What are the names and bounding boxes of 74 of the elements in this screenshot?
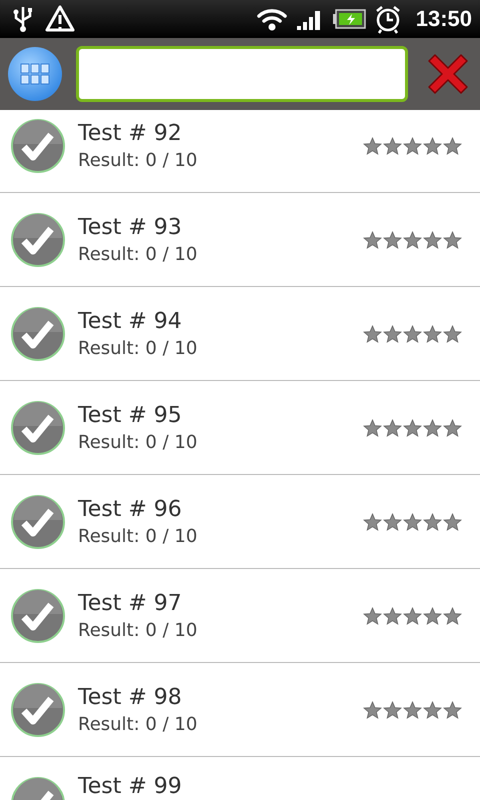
checkmark-icon xyxy=(10,212,66,268)
test-title: Test # 97 xyxy=(78,590,183,616)
test-row[interactable]: Test # 93 Result: 0 / 10 xyxy=(0,193,480,287)
checkmark-icon xyxy=(10,118,66,174)
star-icon xyxy=(403,606,422,624)
star-icon xyxy=(403,418,422,436)
star-icon xyxy=(443,230,462,248)
star-icon xyxy=(363,324,382,342)
star-icon xyxy=(363,418,382,436)
star-icon xyxy=(363,512,382,530)
star-icon xyxy=(443,512,462,530)
star-icon xyxy=(383,606,402,624)
test-title: Test # 99 xyxy=(78,774,183,799)
star-icon xyxy=(383,512,402,530)
test-result: Result: 0 / 10 xyxy=(78,620,198,640)
warning-icon xyxy=(44,4,76,34)
star-icon xyxy=(363,136,382,154)
star-icon xyxy=(383,418,402,436)
star-icon xyxy=(383,230,402,248)
test-title: Test # 93 xyxy=(78,214,183,240)
test-result: Result: 0 / 10 xyxy=(78,150,198,170)
star-icon xyxy=(363,700,382,718)
star-icon xyxy=(423,418,442,436)
checkmark-icon xyxy=(10,682,66,738)
checkmark-icon xyxy=(10,400,66,456)
test-result: Result: 0 / 10 xyxy=(78,714,198,734)
star-icon xyxy=(383,136,402,154)
test-title: Test # 94 xyxy=(78,308,183,334)
grid-button[interactable] xyxy=(8,47,62,101)
test-row[interactable]: Test # 92 Result: 0 / 10 xyxy=(0,110,480,193)
test-title: Test # 98 xyxy=(78,684,183,710)
star-icon xyxy=(383,700,402,718)
test-title: Test # 92 xyxy=(78,120,183,146)
test-result: Result: 0 / 10 xyxy=(78,244,198,264)
star-icon xyxy=(363,230,382,248)
star-icon xyxy=(423,324,442,342)
test-title: Test # 95 xyxy=(78,402,183,428)
test-row[interactable]: Test # 98 Result: 0 / 10 xyxy=(0,663,480,757)
battery-icon xyxy=(332,9,366,29)
star-icon xyxy=(423,700,442,718)
test-row[interactable]: Test # 95 Result: 0 / 10 xyxy=(0,381,480,475)
test-result: Result: 0 / 10 xyxy=(78,338,198,358)
test-result: Result: 0 / 10 xyxy=(78,526,198,546)
test-row[interactable]: Test # 99 xyxy=(0,757,480,800)
clock-time: 13:50 xyxy=(416,6,472,32)
test-row[interactable]: Test # 96 Result: 0 / 10 xyxy=(0,475,480,569)
checkmark-icon xyxy=(10,306,66,362)
star-icon xyxy=(443,324,462,342)
usb-icon xyxy=(12,5,34,33)
star-icon xyxy=(403,512,422,530)
test-title: Test # 96 xyxy=(78,496,183,522)
search-field[interactable] xyxy=(76,46,408,102)
star-icon xyxy=(423,230,442,248)
star-icon xyxy=(383,324,402,342)
alarm-clock-icon xyxy=(374,4,402,34)
test-result: Result: 0 / 10 xyxy=(78,432,198,452)
wifi-icon xyxy=(256,6,288,32)
star-icon xyxy=(403,700,422,718)
star-icon xyxy=(403,136,422,154)
grid-icon xyxy=(20,63,50,85)
star-icon xyxy=(443,418,462,436)
test-row[interactable]: Test # 97 Result: 0 / 10 xyxy=(0,569,480,663)
star-icon xyxy=(423,512,442,530)
test-row[interactable]: Test # 94 Result: 0 / 10 xyxy=(0,287,480,381)
star-icon xyxy=(403,230,422,248)
star-icon xyxy=(443,606,462,624)
checkmark-icon xyxy=(10,494,66,550)
star-icon xyxy=(443,700,462,718)
star-icon xyxy=(423,606,442,624)
star-icon xyxy=(443,136,462,154)
checkmark-icon xyxy=(10,588,66,644)
star-icon xyxy=(363,606,382,624)
star-icon xyxy=(403,324,422,342)
star-icon xyxy=(423,136,442,154)
